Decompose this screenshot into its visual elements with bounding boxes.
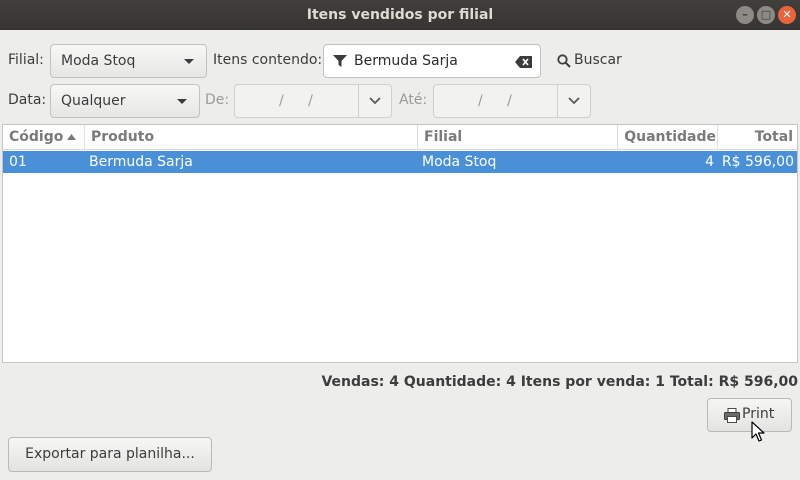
column-header-total[interactable]: Total — [717, 125, 797, 150]
to-date-value: / / — [478, 93, 513, 109]
export-spreadsheet-button[interactable]: Exportar para planilha... — [8, 437, 212, 472]
search-button[interactable]: Buscar — [556, 44, 624, 78]
export-button-label: Exportar para planilha... — [25, 446, 195, 462]
filter-icon[interactable] — [333, 54, 347, 68]
print-button[interactable]: Print — [707, 398, 792, 432]
to-label: Até: — [399, 92, 428, 108]
minimize-icon[interactable]: – — [736, 6, 754, 24]
search-input[interactable] — [354, 45, 504, 77]
sales-summary: Vendas: 4 Quantidade: 4 Itens por venda:… — [321, 374, 798, 390]
from-date-dropdown[interactable] — [358, 85, 391, 117]
column-header-produto[interactable]: Produto — [84, 125, 419, 150]
cell-produto: Bermuda Sarja — [89, 154, 193, 170]
clear-text-icon[interactable] — [515, 56, 532, 68]
report-window: Itens vendidos por filial – □ ✕ Filial: … — [0, 0, 800, 480]
column-header-codigo[interactable]: Código — [9, 125, 85, 150]
to-date-dropdown[interactable] — [557, 85, 590, 117]
chevron-down-icon — [177, 99, 187, 104]
sort-ascending-icon — [67, 134, 76, 140]
cell-total: R$ 596,00 — [721, 154, 794, 170]
cell-quantidade: 4 — [705, 154, 714, 170]
from-date-field[interactable]: / / — [234, 84, 392, 118]
window-title: Itens vendidos por filial — [306, 7, 494, 23]
column-header-quantidade[interactable]: Quantidade — [617, 125, 717, 150]
items-label: Itens contendo: — [213, 52, 323, 68]
printer-icon — [724, 408, 740, 423]
branch-combo[interactable]: Moda Stoq — [50, 44, 207, 78]
sales-table[interactable]: Código Produto Filial Quantidade Total 0… — [2, 124, 798, 363]
from-date-value: / / — [279, 93, 314, 109]
title-bar[interactable]: Itens vendidos por filial – □ ✕ — [0, 0, 800, 30]
date-combo[interactable]: Qualquer — [50, 84, 200, 118]
mouse-cursor-icon — [751, 421, 765, 442]
column-header-label: Código — [9, 129, 64, 145]
from-label: De: — [205, 92, 230, 108]
date-combo-value: Qualquer — [61, 93, 126, 109]
search-icon — [557, 54, 571, 68]
cell-filial: Moda Stoq — [422, 154, 497, 170]
print-button-label: Print — [742, 406, 775, 422]
column-header-filial[interactable]: Filial — [417, 125, 617, 150]
table-header: Código Produto Filial Quantidade Total — [3, 125, 797, 150]
chevron-down-icon — [369, 97, 381, 105]
chevron-down-icon — [184, 59, 194, 64]
cell-codigo: 01 — [9, 154, 27, 170]
search-field[interactable] — [323, 44, 541, 78]
maximize-icon[interactable]: □ — [757, 6, 775, 24]
window-controls: – □ ✕ — [736, 6, 796, 24]
table-row[interactable]: 01 Bermuda Sarja Moda Stoq 4 R$ 596,00 — [3, 151, 797, 173]
search-button-label: Buscar — [574, 52, 622, 68]
branch-combo-value: Moda Stoq — [61, 53, 136, 69]
branch-label: Filial: — [8, 52, 44, 68]
close-icon[interactable]: ✕ — [778, 6, 796, 24]
date-label: Data: — [8, 92, 47, 108]
chevron-down-icon — [568, 97, 580, 105]
to-date-field[interactable]: / / — [433, 84, 591, 118]
